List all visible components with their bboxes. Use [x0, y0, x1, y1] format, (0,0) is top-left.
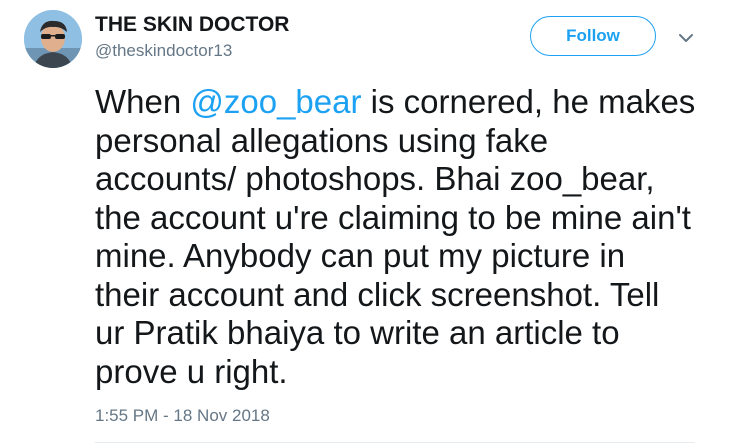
tweet-text-segment: is cornered, he makes [361, 83, 696, 120]
tweet-line: their account and click screenshot. Tell [95, 275, 660, 313]
user-handle[interactable]: @theskindoctor13 [95, 40, 232, 62]
display-name[interactable]: THE SKIN DOCTOR [95, 12, 289, 38]
tweet-line: personal allegations using fake [95, 121, 549, 159]
avatar[interactable] [24, 10, 82, 68]
tweet-line: ur Pratik bhaiya to write an article to [95, 314, 620, 351]
tweet-text-segment: When [95, 83, 191, 120]
tweet-line: prove u right. [95, 352, 288, 390]
tweet-line: accounts/ photoshops. Bhai zoo_bear, [95, 160, 655, 197]
tweet-line: mine. Anybody can put my picture in [95, 237, 626, 274]
divider [95, 442, 695, 443]
tweet-line: the account u're claiming to be mine ain… [95, 198, 691, 236]
follow-button[interactable]: Follow [530, 16, 656, 56]
mention-link[interactable]: @zoo_bear [190, 83, 361, 120]
chevron-down-icon[interactable] [676, 28, 696, 48]
profile-photo-icon [24, 10, 82, 68]
tweet-timestamp[interactable]: 1:55 PM - 18 Nov 2018 [95, 405, 270, 427]
tweet-text: When @zoo_bear is cornered, he makes per… [95, 83, 715, 391]
tweet-line: When @zoo_bear is cornered, he makes [95, 83, 715, 122]
